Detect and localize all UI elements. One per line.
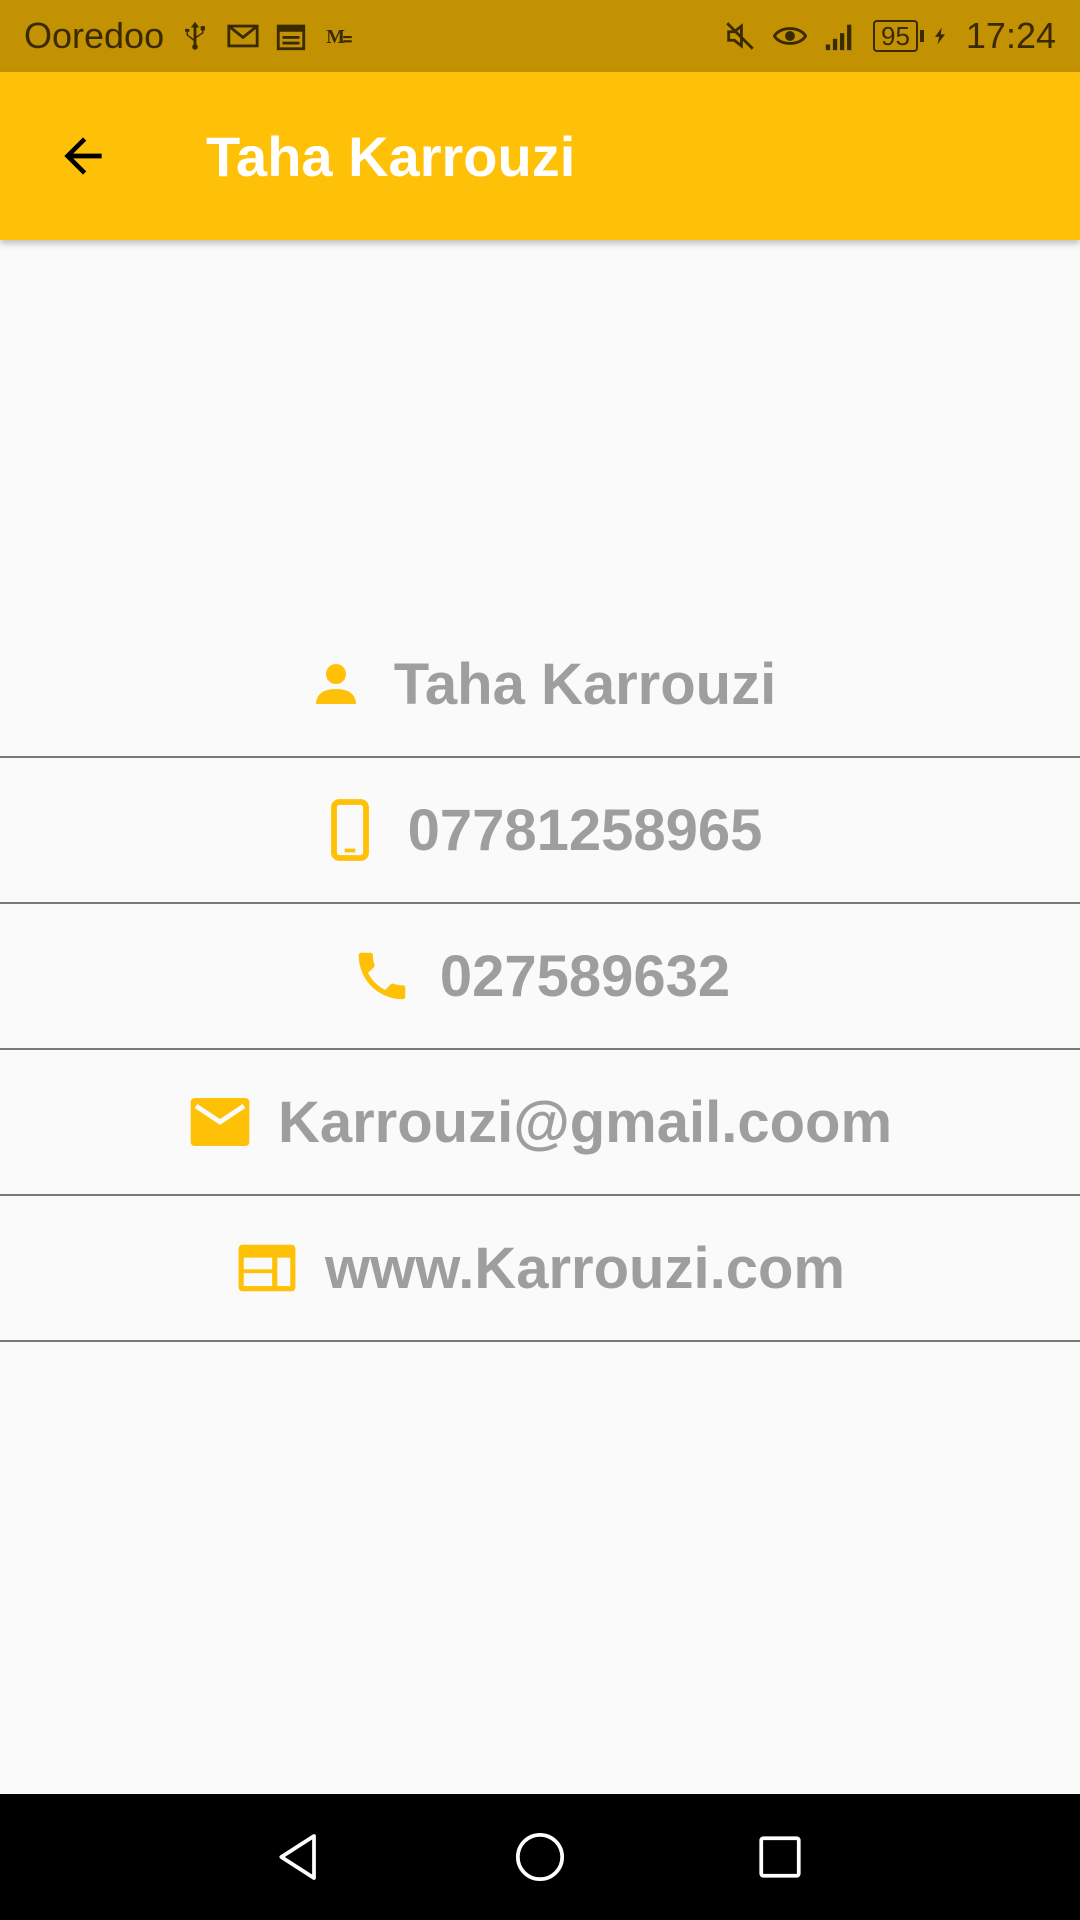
email-address: Karrouzi@gmail.coom <box>277 1089 893 1155</box>
contact-detail-screen: Ooredoo M 95 17:24 Taha Karrouzi Taha Ka… <box>0 0 1080 1920</box>
calendar-icon <box>276 24 306 51</box>
recents-nav-icon <box>759 1836 801 1878</box>
status-bar: Ooredoo M 95 17:24 <box>0 0 1080 72</box>
email-icon <box>188 1090 252 1154</box>
charging-icon <box>934 27 945 45</box>
recents-nav-button[interactable] <box>720 1797 840 1917</box>
gmail-icon <box>227 24 259 48</box>
mute-icon <box>726 22 754 50</box>
back-nav-icon <box>279 1834 316 1880</box>
website-url: www.Karrouzi.com <box>325 1235 845 1301</box>
usb-icon <box>185 21 206 50</box>
detail-row-mobile[interactable]: 07781258965 <box>0 758 1080 904</box>
clock: 17:24 <box>965 15 1056 56</box>
back-button[interactable] <box>28 101 138 211</box>
arrow-back-icon <box>64 137 102 175</box>
page-title: Taha Karrouzi <box>206 124 576 188</box>
eye-icon <box>772 27 807 45</box>
detail-row-name: Taha Karrouzi <box>0 612 1080 758</box>
mobile-number: 07781258965 <box>407 797 763 863</box>
detail-row-phone[interactable]: 027589632 <box>0 904 1080 1050</box>
mail-m-icon: M <box>326 26 352 48</box>
back-nav-button[interactable] <box>240 1797 360 1917</box>
detail-row-website[interactable]: www.Karrouzi.com <box>0 1196 1080 1342</box>
app-bar: Taha Karrouzi <box>0 72 1080 240</box>
system-nav-bar <box>0 1794 1080 1920</box>
contact-name: Taha Karrouzi <box>393 651 777 717</box>
battery-icon: 95 <box>872 20 924 52</box>
home-nav-icon <box>515 1832 565 1882</box>
status-right: 95 17:24 <box>707 15 1056 57</box>
svg-text:M: M <box>326 26 345 48</box>
signal-icon <box>825 24 852 51</box>
status-left: Ooredoo M <box>24 15 370 57</box>
battery-level: 95 <box>872 20 918 52</box>
person-icon <box>304 652 368 716</box>
contact-detail-list: Taha Karrouzi 07781258965 027589632 Karr… <box>0 612 1080 1342</box>
detail-row-email[interactable]: Karrouzi@gmail.coom <box>0 1050 1080 1196</box>
phone-number: 027589632 <box>439 943 731 1009</box>
phone-icon <box>350 944 414 1008</box>
home-nav-button[interactable] <box>480 1797 600 1917</box>
carrier-name: Ooredoo <box>24 15 165 56</box>
smartphone-icon <box>318 798 382 862</box>
web-icon <box>235 1236 299 1300</box>
